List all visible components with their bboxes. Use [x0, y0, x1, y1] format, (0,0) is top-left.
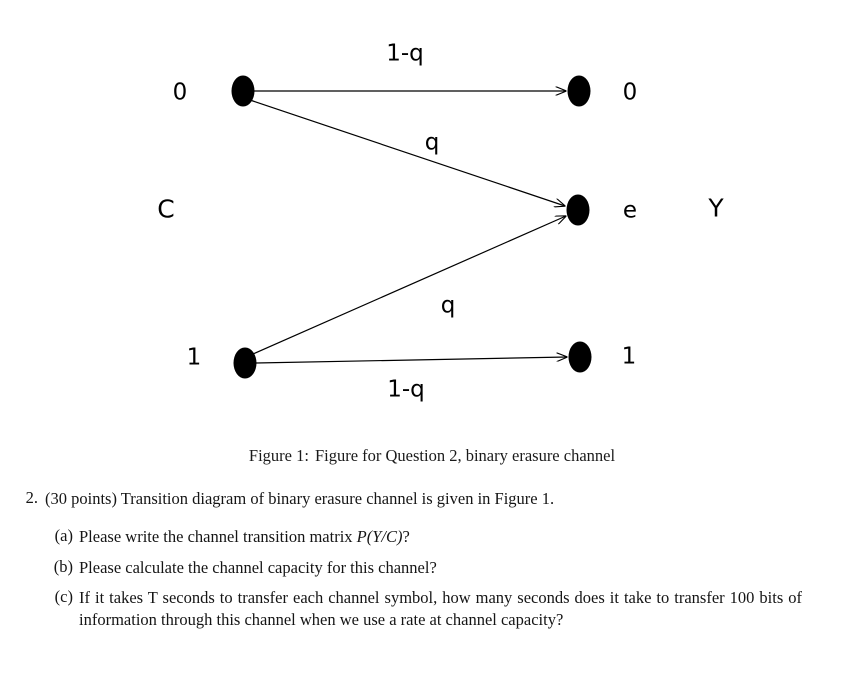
subquestion-a-marker: (a)	[54, 526, 73, 545]
subquestion-b-marker: (b)	[53, 556, 73, 576]
output-node-label-1: 1	[621, 343, 637, 370]
question-2-text: (30 points) Transition diagram of binary…	[45, 489, 555, 508]
edge-label-1-minus-q-top: 1-q	[386, 40, 424, 67]
question-block: 2. (30 points) Transition diagram of bin…	[0, 488, 864, 639]
output-node-e	[566, 194, 590, 226]
subquestion-a-text-after: ?	[402, 527, 410, 546]
subquestion-a-math: P(Y/C)	[356, 527, 403, 546]
edge-label-1-minus-q-bottom: 1-q	[387, 376, 425, 403]
subquestion-item-b: (b) Please calculate the channel capacit…	[46, 557, 802, 579]
edge-label-q-bottom: q	[440, 292, 456, 319]
subquestion-b-text: Please calculate the channel capacity fo…	[79, 557, 437, 577]
edge-label-q-top: q	[424, 129, 440, 156]
subquestion-item-a: (a) Please write the channel transition …	[46, 526, 802, 548]
subquestion-a-text: Please write the channel transition matr…	[79, 526, 802, 548]
subquestion-c-marker: (c)	[54, 587, 73, 606]
subquestion-list: (a) Please write the channel transition …	[0, 526, 864, 630]
figure-caption-prefix: Figure 1:	[248, 446, 309, 465]
channel-diagram-figure: 0 1 0 e 1 C Y 1-q q q 1-q	[0, 0, 864, 430]
figure-caption-text: Figure for Question 2, binary erasure ch…	[314, 446, 616, 465]
input-node-1	[233, 347, 257, 379]
edge-0-to-e	[249, 99, 565, 206]
input-node-0	[231, 75, 255, 107]
input-node-label-1: 1	[186, 344, 202, 371]
channel-diagram-graphic	[231, 75, 592, 379]
subquestion-c-text: If it takes T seconds to transfer each c…	[79, 588, 802, 629]
output-node-label-e: e	[622, 197, 638, 224]
input-alphabet-label: C	[157, 194, 175, 224]
question-2-marker: 2.	[25, 488, 38, 507]
figure-caption: Figure 1: Figure for Question 2, binary e…	[0, 446, 864, 466]
output-node-label-0: 0	[622, 79, 638, 106]
subquestion-item-c: (c) If it takes T seconds to transfer ea…	[46, 587, 802, 630]
output-alphabet-label: Y	[708, 193, 724, 223]
output-node-0	[567, 75, 591, 107]
edge-1-to-1	[255, 357, 567, 364]
output-node-1	[568, 341, 592, 373]
input-node-label-0: 0	[172, 79, 188, 106]
edge-1-to-e	[252, 216, 566, 355]
question-item-2: 2. (30 points) Transition diagram of bin…	[0, 488, 864, 509]
subquestion-a-text-before: Please write the channel transition matr…	[79, 527, 357, 546]
